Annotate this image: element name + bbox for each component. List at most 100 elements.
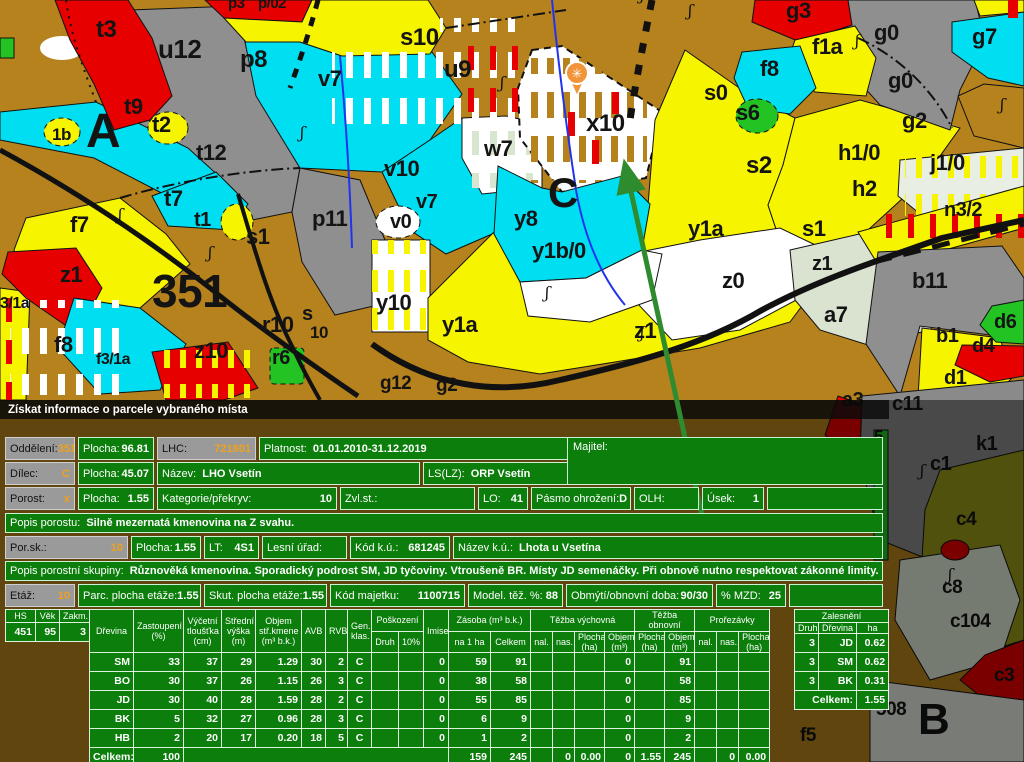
table-cell: 85: [665, 691, 695, 710]
table-cell: 2: [326, 691, 348, 710]
map-label-d1: d1: [944, 368, 966, 388]
map-label-351: 351: [152, 268, 227, 314]
map-label-x10: x10: [586, 112, 625, 136]
field-p-smo-ohro-en: Pásmo ohrožení:D: [531, 487, 631, 510]
table-cell: 0: [553, 748, 575, 762]
field-value: 1: [753, 493, 759, 505]
field-label: OLH:: [639, 493, 665, 505]
stand-table-main: DřevinaZastoupení(%)Výčetnítloušťka(cm)S…: [89, 609, 770, 762]
column-group-header: Zalesnění: [795, 610, 889, 623]
column-header: Druh: [795, 623, 819, 634]
table-cell: [399, 710, 424, 729]
map-label-g0: g0: [888, 70, 913, 92]
map-label-y8: y8: [514, 208, 537, 230]
map-label-d4: d4: [972, 336, 994, 356]
column-header: ha: [857, 623, 889, 634]
table-cell: C: [348, 653, 372, 672]
table-cell: 85: [491, 691, 531, 710]
map-label-w7: w7: [484, 138, 512, 160]
table-cell: 40: [184, 691, 222, 710]
table-cell: 30: [134, 691, 184, 710]
map-label-y1a: y1a: [688, 218, 723, 240]
table-cell: [717, 653, 739, 672]
field-label: Lesní úřad:: [267, 542, 322, 554]
info-tooltip-bar: Získat informace o parcele vybraného mís…: [0, 400, 889, 419]
field-label: Model. těž. %:: [473, 590, 543, 602]
table-row: 3JD0.62: [795, 634, 889, 653]
table-cell: [575, 729, 605, 748]
table-cell: 1.59: [256, 691, 302, 710]
field-zvl-st: Zvl.st.:: [340, 487, 475, 510]
table-cell: [695, 672, 717, 691]
field-value: D: [619, 493, 627, 505]
field-plocha: Plocha:96.81: [78, 437, 154, 460]
info-row-5: Por.sk.:10Plocha:1.55LT:4S1Lesní úřad:Kó…: [5, 536, 883, 559]
table-cell: [739, 653, 770, 672]
map-label-t9: t9: [124, 96, 143, 118]
table-row: 3BK0.31: [795, 672, 889, 691]
table-cell: [531, 691, 553, 710]
field-sek: Úsek:1: [702, 487, 764, 510]
map-label-f7: f7: [70, 214, 89, 236]
map-label-p11: p11: [312, 208, 347, 230]
map-label-f8: f8: [54, 334, 73, 356]
table-cell: [635, 672, 665, 691]
table-cell: 3: [60, 623, 90, 642]
field-n-zev: Název:LHO Vsetín: [157, 462, 420, 485]
field-mzd: % MZD:25: [716, 584, 786, 607]
table-cell: 0.00: [575, 748, 605, 762]
table-cell: [717, 710, 739, 729]
field-lt: LT:4S1: [204, 536, 259, 559]
table-cell: 3: [795, 634, 819, 653]
table-cell: [635, 691, 665, 710]
field-value: x: [64, 493, 70, 505]
table-cell: 2: [665, 729, 695, 748]
table-cell: 0: [605, 672, 635, 691]
map-label-y10: y10: [376, 292, 411, 314]
field-label: Název:: [162, 468, 196, 480]
map-label-t7: t7: [164, 188, 183, 210]
field-value: 4S1: [234, 542, 254, 554]
table-cell: 20: [184, 729, 222, 748]
column-group-header: Těžba obnovní: [635, 610, 695, 632]
map-label-g2: g2: [902, 110, 927, 132]
map-label-r10: r10: [262, 314, 294, 336]
field-lo: LO:41: [478, 487, 528, 510]
table-cell: 0: [424, 729, 449, 748]
table-cell: [739, 672, 770, 691]
table-cell: 0: [424, 653, 449, 672]
field-plocha: Plocha:1.55: [131, 536, 201, 559]
column-header: Plocha(ha): [739, 631, 770, 653]
table-cell: 59: [449, 653, 491, 672]
field-kategorie-p-ekryv: Kategorie/překryv:10: [157, 487, 337, 510]
map-label-g2: g2: [436, 376, 457, 395]
table-cell: [739, 691, 770, 710]
column-header: Zastoupení(%): [134, 610, 184, 653]
table-cell: [372, 729, 399, 748]
stand-tables: HSVěkZakm.451953DřevinaZastoupení(%)Výče…: [5, 609, 883, 762]
field-label: Kategorie/překryv:: [162, 493, 251, 505]
map-label-a7: a7: [824, 304, 847, 326]
map-label-v7: v7: [416, 192, 437, 212]
table-cell: 58: [665, 672, 695, 691]
table-cell: [553, 729, 575, 748]
field-plocha: Plocha:45.07: [78, 462, 154, 485]
table-cell: 95: [36, 623, 60, 642]
table-cell: [399, 691, 424, 710]
map-label-s10: s10: [400, 26, 439, 50]
field-popis-porostu: Popis porostu:Silně mezernatá kmenovina …: [5, 513, 883, 533]
field-label: Plocha:: [83, 443, 120, 455]
table-cell: [553, 710, 575, 729]
field-value: 721801: [214, 443, 251, 455]
field-label: Popis porostu:: [10, 517, 80, 529]
table-cell: [695, 691, 717, 710]
field-value: 90/30: [680, 590, 708, 602]
field-et: Etáž:10: [5, 584, 75, 607]
field-label: Platnost:: [264, 443, 307, 455]
field-value: 96.81: [121, 443, 149, 455]
field-label: Plocha:: [83, 493, 120, 505]
table-cell: BK: [819, 672, 857, 691]
table-row: 3SM0.62: [795, 653, 889, 672]
svg-text:✳: ✳: [572, 66, 583, 81]
table-row: BK532270.96283C06909: [90, 710, 770, 729]
